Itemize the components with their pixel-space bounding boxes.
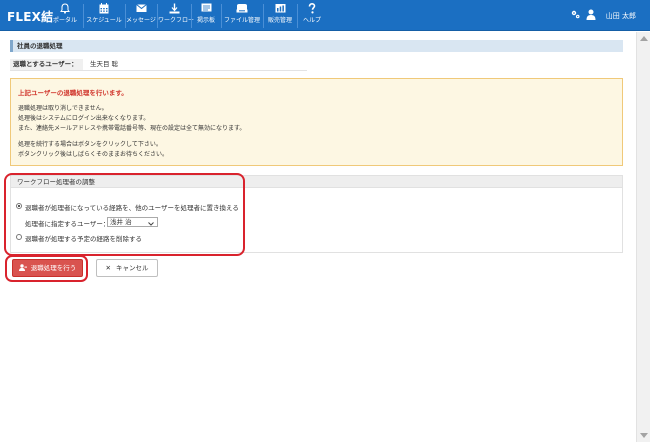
assignee-label: 処理者に指定するユーザー： <box>25 220 110 228</box>
page-title: 社員の退職処理 <box>10 40 623 52</box>
nav-label: ファイル管理 <box>223 17 260 24</box>
nav-label: 販売管理 <box>267 17 292 24</box>
workflow-adjust-panel: ワークフロー処理者の調整 退職者が処理者になっている経路を、他のユーザーを処理者… <box>10 175 623 253</box>
app-logo[interactable]: FLEX結 <box>7 8 53 25</box>
cancel-label: キャンセル <box>116 264 149 272</box>
scroll-up-arrow-icon[interactable] <box>640 36 648 41</box>
nav-help[interactable]: ヘルプ <box>299 3 325 29</box>
folder-icon <box>222 3 262 16</box>
nav-label: ワークフロー <box>158 17 195 24</box>
nav-label: 掲示板 <box>196 17 215 24</box>
nav-divider <box>297 4 298 28</box>
assignee-select[interactable]: 浅井 治 <box>107 217 158 227</box>
sales-icon <box>264 3 296 16</box>
cancel-button[interactable]: ✕ キャンセル <box>96 259 158 277</box>
user-icon[interactable] <box>586 9 596 22</box>
bell-icon <box>48 3 82 16</box>
warning-line: ボタンクリック後はしばらくそのままお待ちください。 <box>18 151 169 158</box>
scroll-down-arrow-icon[interactable] <box>640 433 648 438</box>
close-icon: ✕ <box>105 264 111 272</box>
help-icon <box>299 3 325 16</box>
settings-gear-icon[interactable] <box>571 10 580 21</box>
nav-label: スケジュール <box>86 17 122 24</box>
nav-portal[interactable]: ポータル <box>48 3 82 29</box>
warning-box: 上記ユーザーの退職処理を行います。 退職処理は取り消しできません。 処理後はシス… <box>10 78 623 166</box>
warning-line: 処理を続行する場合はボタンをクリックして下さい。 <box>18 141 162 148</box>
warning-title: 上記ユーザーの退職処理を行います。 <box>18 89 128 97</box>
warning-line: 退職処理は取り消しできません。 <box>18 105 108 112</box>
chevron-down-icon <box>148 220 154 228</box>
retire-submit-label: 退職処理を行う <box>30 264 77 272</box>
target-user-row: 退職とするユーザー： 生天目 聡 <box>10 59 307 71</box>
main-content: 社員の退職処理 退職とするユーザー： 生天目 聡 上記ユーザーの退職処理を行いま… <box>0 32 636 442</box>
nav-workflow[interactable]: ワークフロー <box>158 3 195 29</box>
nav-file-management[interactable]: ファイル管理 <box>222 3 262 29</box>
delete-route-label[interactable]: 退職者が処理する予定の経路を削除する <box>25 233 142 243</box>
user-remove-icon <box>18 264 27 271</box>
nav-label: メッセージ <box>126 17 156 24</box>
replace-assignee-radio[interactable] <box>16 203 22 209</box>
vertical-scrollbar[interactable] <box>636 32 650 442</box>
target-user-value: 生天目 聡 <box>90 60 119 68</box>
board-icon <box>192 3 220 16</box>
workflow-panel-header: ワークフロー処理者の調整 <box>11 176 622 188</box>
workflow-icon <box>158 3 190 16</box>
nav-label: ポータル <box>52 17 77 24</box>
target-user-label: 退職とするユーザー： <box>10 59 83 70</box>
delete-route-radio[interactable] <box>16 234 22 240</box>
warning-line: また、連絡先メールアドレスや携帯電話番号等、現在の設定は全て無効になります。 <box>18 125 246 132</box>
retire-submit-button[interactable]: 退職処理を行う <box>12 259 83 277</box>
nav-label: ヘルプ <box>302 17 321 24</box>
assignee-select-value: 浅井 治 <box>110 218 132 226</box>
nav-board[interactable]: 掲示板 <box>192 3 220 29</box>
user-name[interactable]: 山田 太郎 <box>606 11 636 21</box>
nav-sales[interactable]: 販売管理 <box>264 3 296 29</box>
nav-schedule[interactable]: スケジュール <box>84 3 124 29</box>
replace-assignee-label[interactable]: 退職者が処理者になっている経路を、他のユーザーを処理者に置き換える <box>25 202 239 212</box>
warning-line: 処理後はシステムにログイン出来なくなります。 <box>18 115 150 122</box>
envelope-icon <box>126 3 156 16</box>
top-navbar: FLEX結 ポータル スケジュール メッセージ ワークフロー 掲示板 ファイル管… <box>0 0 650 31</box>
nav-message[interactable]: メッセージ <box>126 3 156 29</box>
calendar-icon <box>84 3 124 16</box>
